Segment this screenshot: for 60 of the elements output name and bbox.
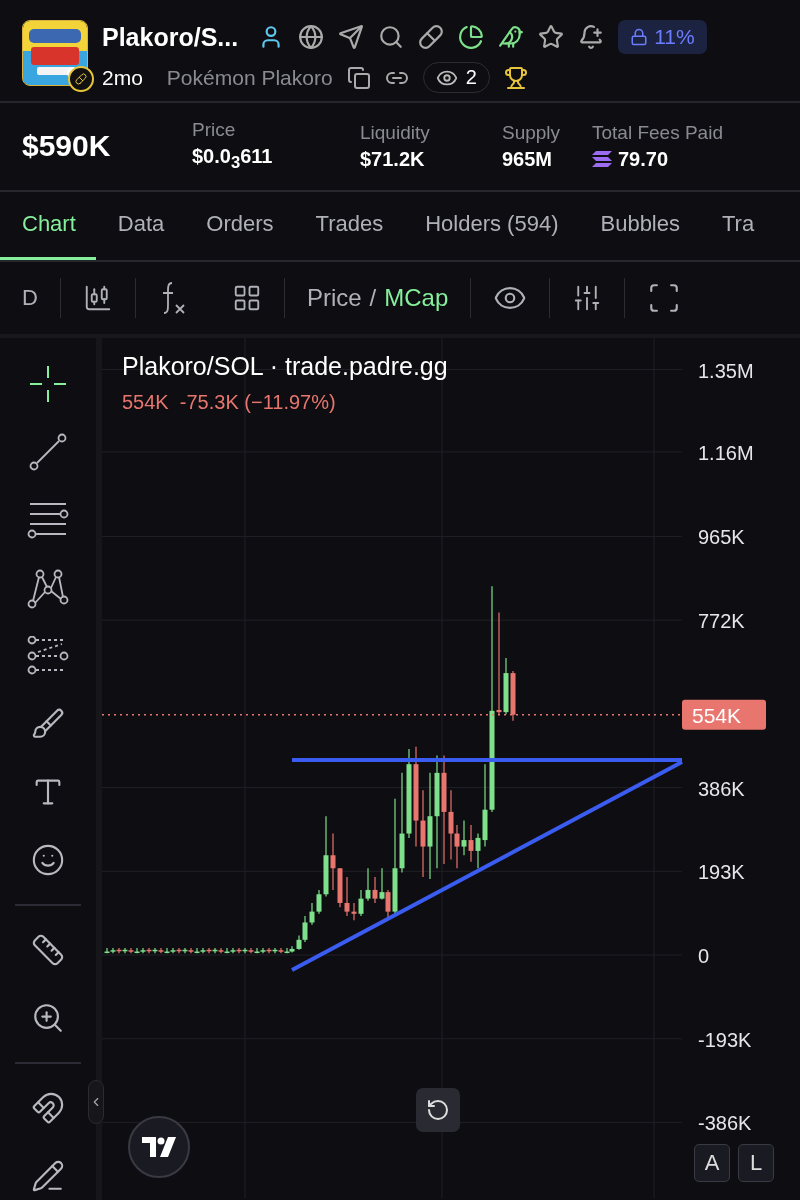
smiley-icon: [31, 843, 65, 877]
sol-icon: [592, 151, 612, 168]
trophy-icon[interactable]: [503, 65, 528, 90]
send-icon[interactable]: [338, 24, 365, 50]
pill-badge: [68, 66, 94, 92]
stat-label: Price: [192, 119, 237, 142]
tab[interactable]: Data: [95, 191, 185, 260]
stat-value: $0.0$_{3}$611: [192, 145, 274, 174]
stat-value: 965M: [502, 147, 554, 171]
tab[interactable]: Orders: [184, 191, 294, 260]
stat-value: $71.2K: [360, 147, 426, 171]
trend-line-icon: [28, 432, 68, 472]
tab[interactable]: Trades: [293, 191, 404, 260]
lock-percent-badge: 11%: [618, 20, 707, 54]
interval-button[interactable]: D: [0, 275, 60, 320]
tab[interactable]: Holders (594): [403, 191, 579, 260]
price-tag: 554K: [682, 699, 766, 730]
tab[interactable]: Chart: [0, 191, 96, 260]
pie-chart-icon[interactable]: [458, 24, 485, 50]
tab[interactable]: Bubbles: [578, 191, 700, 260]
pill-icon[interactable]: [418, 24, 445, 50]
axis-label: 965K: [698, 526, 745, 549]
price-change: 554K -75.3K (−11.97%): [122, 391, 337, 414]
zoom-in-icon: [31, 1001, 65, 1035]
axis-label: 386K: [698, 777, 745, 800]
horizontal-lines-icon: [26, 500, 70, 540]
token-pair-title: Plakoro/S...: [102, 22, 239, 52]
globe-icon[interactable]: [298, 24, 325, 50]
token-age: 2mo: [102, 65, 143, 90]
axis-label: 0: [698, 945, 710, 967]
stat-value: 79.70: [618, 147, 669, 171]
stat-label: Total Fees Paid: [592, 121, 724, 144]
scale-button[interactable]: L: [738, 1144, 774, 1182]
search-icon[interactable]: [378, 24, 405, 50]
tab[interactable]: Tra: [700, 191, 775, 260]
axis-label: -193K: [698, 1028, 752, 1051]
scale-button[interactable]: A: [694, 1144, 730, 1182]
token-name: Pokémon Plakoro: [166, 65, 333, 90]
chart-title: Plakoro/SOL · trade.padre.gg: [122, 352, 448, 381]
price-mcap-toggle[interactable]: Price / MCap: [284, 275, 471, 320]
crosshair-icon: [28, 364, 68, 404]
copy-icon[interactable]: [346, 65, 371, 90]
stat-label: Liquidity: [360, 121, 431, 144]
reset-icon: [426, 1098, 450, 1122]
axis-label: 1.35M: [698, 359, 754, 382]
market-cap-value: $590K: [22, 129, 112, 164]
bell-plus-icon[interactable]: [578, 24, 605, 50]
star-icon[interactable]: [538, 24, 565, 50]
bird-icon[interactable]: [498, 24, 525, 50]
brush-icon: [31, 707, 65, 741]
reset-button[interactable]: [416, 1088, 460, 1132]
logo-icon: [142, 1137, 176, 1157]
magnet-icon: [31, 1091, 65, 1125]
axis-label: 1.16M: [698, 441, 754, 464]
stat-label: Supply: [502, 121, 562, 144]
axis-label: 772K: [698, 610, 745, 633]
ruler-icon: [31, 933, 65, 967]
fib-levels-icon: [26, 636, 70, 676]
axis-label: -386K: [698, 1112, 752, 1135]
axis-label: 193K: [698, 861, 745, 884]
